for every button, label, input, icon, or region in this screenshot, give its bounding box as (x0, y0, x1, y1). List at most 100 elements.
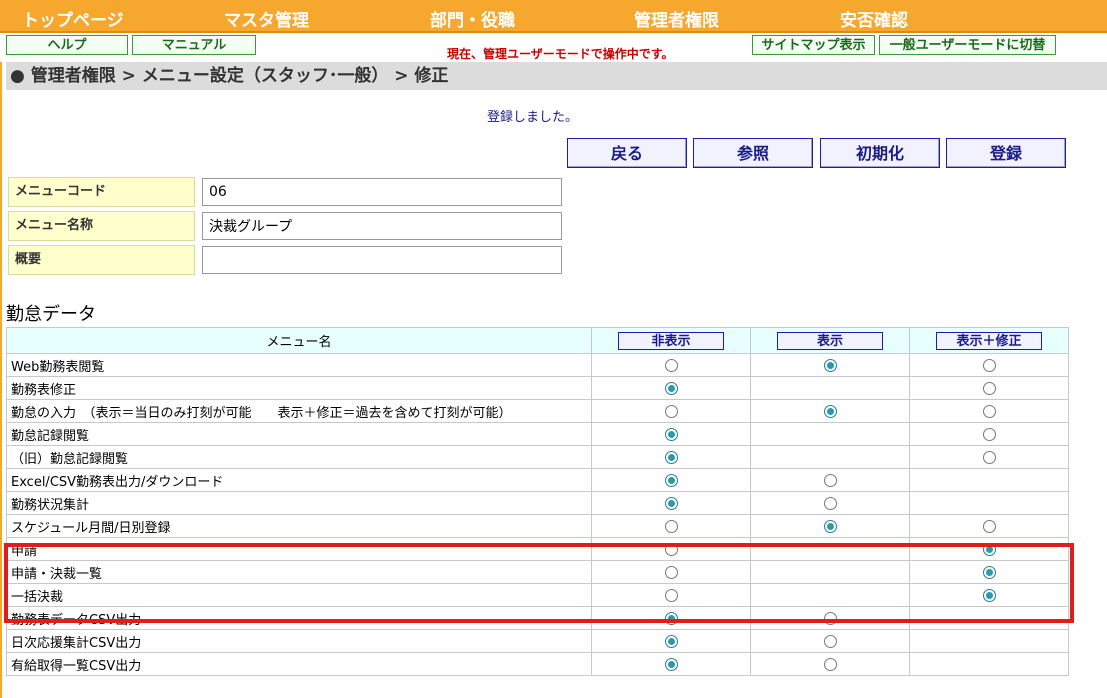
hide-cell (591, 491, 751, 515)
show-radio[interactable] (823, 634, 837, 648)
hide-cell (591, 537, 751, 561)
show-cell (750, 491, 910, 515)
menu-name-cell: Excel/CSV勤務表出力/ダウンロード (6, 468, 592, 492)
nav-admin[interactable]: 管理者権限 (634, 6, 719, 31)
show-radio[interactable] (823, 404, 837, 418)
show-radio[interactable] (823, 519, 837, 533)
show-cell (750, 514, 910, 538)
show-radio[interactable] (823, 358, 837, 372)
menu-name-cell: 申請・決裁一覧 (6, 560, 592, 584)
edit-radio[interactable] (982, 519, 996, 533)
hide-cell (591, 606, 751, 630)
hide-cell (591, 629, 751, 653)
hide-radio[interactable] (664, 381, 678, 395)
edit-cell (909, 652, 1069, 676)
menu-name-input[interactable] (202, 212, 562, 240)
show-cell (750, 445, 910, 469)
hide-all-button[interactable]: 非表示 (618, 331, 724, 350)
hide-radio[interactable] (664, 588, 678, 602)
hide-radio[interactable] (664, 519, 678, 533)
description-input[interactable] (202, 246, 562, 274)
hide-radio[interactable] (664, 427, 678, 441)
show-cell (750, 560, 910, 584)
table-row: Web勤務表閲覧 (6, 353, 1069, 377)
nav-safety[interactable]: 安否確認 (840, 6, 908, 31)
table-row: 勤怠記録閲覧 (6, 422, 1069, 446)
edit-radio[interactable] (982, 358, 996, 372)
edit-radio[interactable] (982, 427, 996, 441)
hide-radio[interactable] (664, 657, 678, 671)
hide-radio[interactable] (664, 496, 678, 510)
show-all-button[interactable]: 表示 (777, 331, 883, 350)
edit-cell (909, 560, 1069, 584)
show-cell (750, 376, 910, 400)
show-radio[interactable] (823, 611, 837, 625)
edit-cell (909, 583, 1069, 607)
menu-name-cell: 勤怠記録閲覧 (6, 422, 592, 446)
mode-notice: 現在、管理ユーザーモードで操作中です。 (447, 47, 674, 61)
menu-name-cell: 勤務表修正 (6, 376, 592, 400)
nav-top-page[interactable]: トップページ (22, 6, 124, 31)
show-radio[interactable] (823, 473, 837, 487)
menu-name-cell: 勤務状況集計 (6, 491, 592, 515)
hide-radio[interactable] (664, 404, 678, 418)
hide-radio[interactable] (664, 634, 678, 648)
hide-cell (591, 514, 751, 538)
edit-radio[interactable] (982, 404, 996, 418)
nav-department[interactable]: 部門・役職 (430, 6, 515, 31)
hide-radio[interactable] (664, 473, 678, 487)
hide-radio[interactable] (664, 358, 678, 372)
menu-code-label: メニューコード (8, 177, 195, 207)
switch-mode-button[interactable]: 一般ユーザーモードに切替 (879, 35, 1056, 55)
hide-radio[interactable] (664, 450, 678, 464)
table-row: 勤務表データCSV出力 (6, 606, 1069, 630)
menu-name-cell: 勤怠の入力 （表示＝当日のみ打刻が可能 表示＋修正＝過去を含めて打刻が可能） (6, 399, 592, 423)
menu-name-cell: スケジュール月間/日別登録 (6, 514, 592, 538)
menu-name-cell: （旧）勤怠記録閲覧 (6, 445, 592, 469)
sitemap-button[interactable]: サイトマップ表示 (752, 35, 875, 55)
hide-cell (591, 376, 751, 400)
help-button[interactable]: ヘルプ (6, 35, 128, 55)
manual-button[interactable]: マニュアル (132, 35, 256, 55)
reference-button[interactable]: 参照 (693, 138, 813, 168)
edit-radio[interactable] (982, 565, 996, 579)
edit-cell (909, 376, 1069, 400)
hide-cell (591, 468, 751, 492)
menu-name-cell: 申請 (6, 537, 592, 561)
table-row: （旧）勤怠記録閲覧 (6, 445, 1069, 469)
show-cell (750, 537, 910, 561)
edit-radio[interactable] (982, 450, 996, 464)
table-row: 申請 (6, 537, 1069, 561)
menu-name-cell: 勤務表データCSV出力 (6, 606, 592, 630)
menu-code-input[interactable] (202, 178, 562, 206)
edit-cell (909, 491, 1069, 515)
initialize-button[interactable]: 初期化 (820, 138, 940, 168)
edit-cell (909, 445, 1069, 469)
table-row: 申請・決裁一覧 (6, 560, 1069, 584)
show-cell (750, 422, 910, 446)
hide-cell (591, 652, 751, 676)
back-button[interactable]: 戻る (567, 138, 687, 168)
edit-all-button[interactable]: 表示＋修正 (936, 331, 1042, 350)
register-button[interactable]: 登録 (946, 138, 1066, 168)
top-nav: トップページ マスタ管理 部門・役職 管理者権限 安否確認 (0, 0, 1107, 33)
menu-name-cell: 有給取得一覧CSV出力 (6, 652, 592, 676)
show-radio[interactable] (823, 657, 837, 671)
edit-cell (909, 537, 1069, 561)
edit-radio[interactable] (982, 588, 996, 602)
section-title: 勤怠データ (6, 304, 96, 325)
hide-radio[interactable] (664, 542, 678, 556)
show-cell (750, 583, 910, 607)
show-radio[interactable] (823, 496, 837, 510)
edit-radio[interactable] (982, 381, 996, 395)
edit-radio[interactable] (982, 542, 996, 556)
hide-radio[interactable] (664, 611, 678, 625)
table-row: Excel/CSV勤務表出力/ダウンロード (6, 468, 1069, 492)
nav-master[interactable]: マスタ管理 (224, 6, 309, 31)
edit-cell (909, 353, 1069, 377)
hide-cell (591, 422, 751, 446)
success-message: 登録しました。 (487, 110, 579, 125)
table-row: 日次応援集計CSV出力 (6, 629, 1069, 653)
edit-cell (909, 629, 1069, 653)
hide-radio[interactable] (664, 565, 678, 579)
